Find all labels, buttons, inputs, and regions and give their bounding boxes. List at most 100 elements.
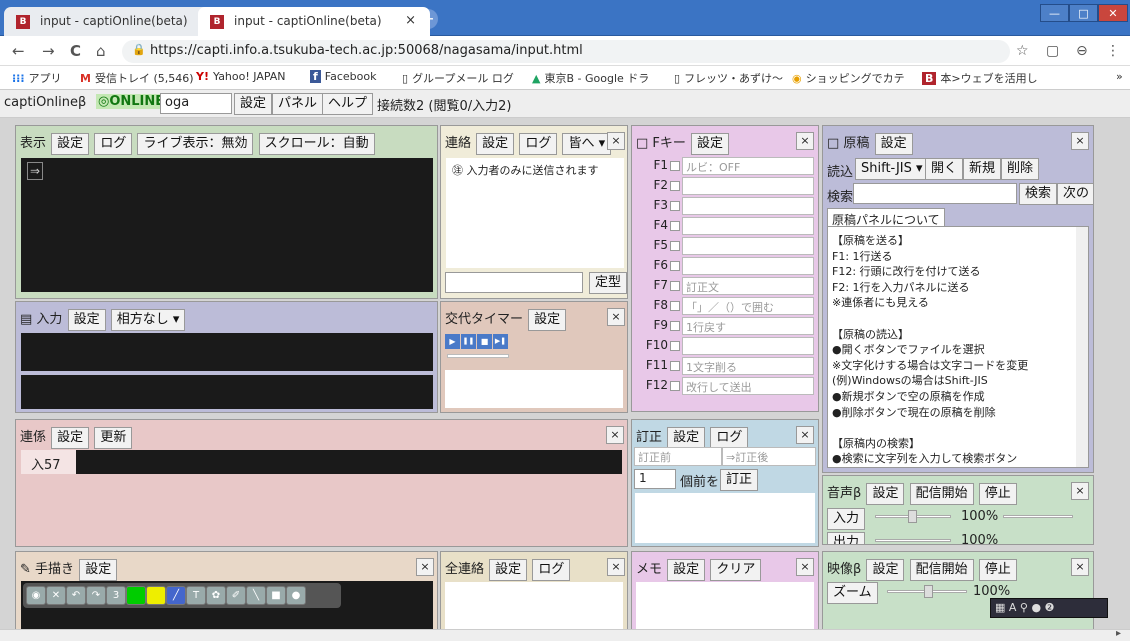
zoom-slider[interactable] [887, 585, 967, 598]
scrollbar[interactable] [1076, 227, 1088, 467]
clear-button[interactable]: クリア [710, 559, 762, 581]
close-icon[interactable]: × [796, 426, 814, 444]
pause-icon[interactable]: ❚❚ [461, 334, 476, 349]
fkey-input[interactable] [682, 337, 814, 355]
refresh-button[interactable]: 更新 [94, 427, 133, 449]
start-stream-button[interactable]: 配信開始 [909, 559, 974, 581]
browser-tab-active[interactable]: B input - captiOnline(beta) × [198, 7, 430, 36]
bookmark-drive[interactable]: ▲ 東京B - Google ドラ [532, 70, 649, 86]
tab-close-icon[interactable]: × [405, 13, 416, 28]
fkey-checkbox[interactable] [670, 361, 680, 371]
correction-before-input[interactable]: 訂正前 [634, 447, 722, 466]
bookmark-yahoo[interactable]: Y! Yahoo! JAPAN [196, 70, 286, 83]
bookmark-facebook[interactable]: f Facebook [310, 70, 376, 83]
audio-input-button[interactable]: 入力 [827, 508, 866, 530]
fkey-input[interactable]: 1行戻す [682, 317, 814, 335]
menu-icon[interactable]: ⋮ [1106, 43, 1120, 59]
bookmark-group-mail[interactable]: ▯ グループメール ログ [402, 70, 514, 86]
search-input[interactable] [853, 183, 1017, 204]
log-button[interactable]: ログ [94, 133, 133, 155]
fkey-checkbox[interactable] [670, 261, 680, 271]
log-button[interactable]: ログ [519, 133, 558, 155]
settings-button[interactable]: 設定 [51, 427, 90, 449]
bookmark-apps[interactable]: ⁝⁝⁝ アプリ [12, 70, 62, 86]
erase-all-icon[interactable]: ✕ [46, 586, 66, 605]
scroll-button[interactable]: スクロール：自動 [258, 133, 375, 155]
open-button[interactable]: 開く [925, 158, 964, 180]
marker-icon[interactable]: ✐ [226, 586, 246, 605]
delete-button[interactable]: 削除 [1001, 158, 1040, 180]
partner-select[interactable]: 相方なし ▾ [110, 309, 186, 331]
input-area-2[interactable] [21, 375, 433, 409]
close-icon[interactable]: × [1071, 482, 1089, 500]
back-icon[interactable]: ← [12, 42, 25, 60]
fkey-checkbox[interactable] [670, 341, 680, 351]
log-button[interactable]: ログ [710, 427, 749, 449]
close-icon[interactable]: × [1071, 132, 1089, 150]
settings-button[interactable]: 設定 [234, 93, 273, 115]
settings-button[interactable]: 設定 [866, 559, 905, 581]
fkey-checkbox[interactable] [670, 221, 680, 231]
fkey-checkbox[interactable] [670, 381, 680, 391]
panel-button[interactable]: パネル [272, 93, 324, 115]
stop-stream-button[interactable]: 停止 [978, 559, 1017, 581]
fkey-input[interactable] [682, 197, 814, 215]
apply-correction-button[interactable]: 訂正 [720, 469, 759, 491]
minimize-icon[interactable]: — [1040, 4, 1069, 22]
fkey-input[interactable] [682, 217, 814, 235]
close-icon[interactable]: × [607, 558, 625, 576]
correction-after-input[interactable]: ⇒訂正後 [722, 447, 816, 466]
close-icon[interactable]: × [796, 558, 814, 576]
stamp-icon[interactable]: ✿ [206, 586, 226, 605]
bookmark-gmail[interactable]: M 受信トレイ (5,546) [80, 70, 194, 86]
close-icon[interactable]: × [607, 308, 625, 326]
text-tool-icon[interactable]: T [186, 586, 206, 605]
play-icon[interactable]: ▶ [445, 334, 460, 349]
window-close-icon[interactable]: ✕ [1098, 4, 1128, 22]
fkey-input[interactable]: 訂正文 [682, 277, 814, 295]
close-icon[interactable]: × [796, 132, 814, 150]
input-area-1[interactable] [21, 333, 433, 371]
home-icon[interactable]: ⌂ [96, 42, 106, 60]
settings-button[interactable]: 設定 [67, 309, 106, 331]
settings-button[interactable]: 設定 [489, 559, 528, 581]
line-pen-icon[interactable]: ╱ [166, 586, 186, 605]
green-color-icon[interactable] [126, 586, 146, 605]
fkey-checkbox[interactable] [670, 241, 680, 251]
forward-icon[interactable]: → [42, 42, 55, 60]
fkey-checkbox[interactable] [670, 201, 680, 211]
size-icon[interactable]: 3 [106, 586, 126, 605]
fkey-input[interactable] [682, 257, 814, 275]
search-button[interactable]: 検索 [1019, 183, 1058, 205]
skip-icon[interactable]: ▶❚ [493, 334, 508, 349]
next-button[interactable]: 次の [1057, 183, 1093, 205]
close-icon[interactable]: × [606, 426, 624, 444]
settings-button[interactable]: 設定 [874, 133, 913, 155]
audio-output-button[interactable]: 出力 [827, 532, 866, 544]
recipient-select[interactable]: 皆へ ▾ [562, 133, 612, 155]
yellow-color-icon[interactable] [146, 586, 166, 605]
extension-icon[interactable]: ▢ [1046, 43, 1059, 59]
zoom-button[interactable]: ズーム [827, 582, 878, 604]
page-scrollbar[interactable]: ▸ [0, 628, 1130, 641]
help-button[interactable]: ヘルプ [322, 93, 374, 115]
settings-button[interactable]: 設定 [667, 427, 706, 449]
fkey-input[interactable] [682, 237, 814, 255]
encoding-select[interactable]: Shift-JIS ▾ [855, 158, 929, 180]
fkey-input[interactable] [682, 177, 814, 195]
fkey-input[interactable]: 改行して送出 [682, 377, 814, 395]
fkey-checkbox[interactable] [670, 281, 680, 291]
fkey-input[interactable]: 1文字削る [682, 357, 814, 375]
log-button[interactable]: ログ [532, 559, 571, 581]
live-display-button[interactable]: ライブ表示：無効 [137, 133, 254, 155]
settings-button[interactable]: 設定 [866, 483, 905, 505]
template-button[interactable]: 定型 [589, 272, 627, 294]
fkey-input[interactable]: 「」／（）で囲む [682, 297, 814, 315]
settings-button[interactable]: 設定 [691, 133, 730, 155]
fkey-checkbox[interactable] [670, 161, 680, 171]
undo-icon[interactable]: ↶ [66, 586, 86, 605]
scroll-right-icon[interactable]: ▸ [1116, 628, 1121, 639]
ime-tools-icon[interactable]: ▦ A ⚲ ● ❷ [995, 601, 1054, 614]
contact-input[interactable] [445, 272, 583, 293]
bookmark-star-icon[interactable]: ☆ [1016, 43, 1029, 59]
